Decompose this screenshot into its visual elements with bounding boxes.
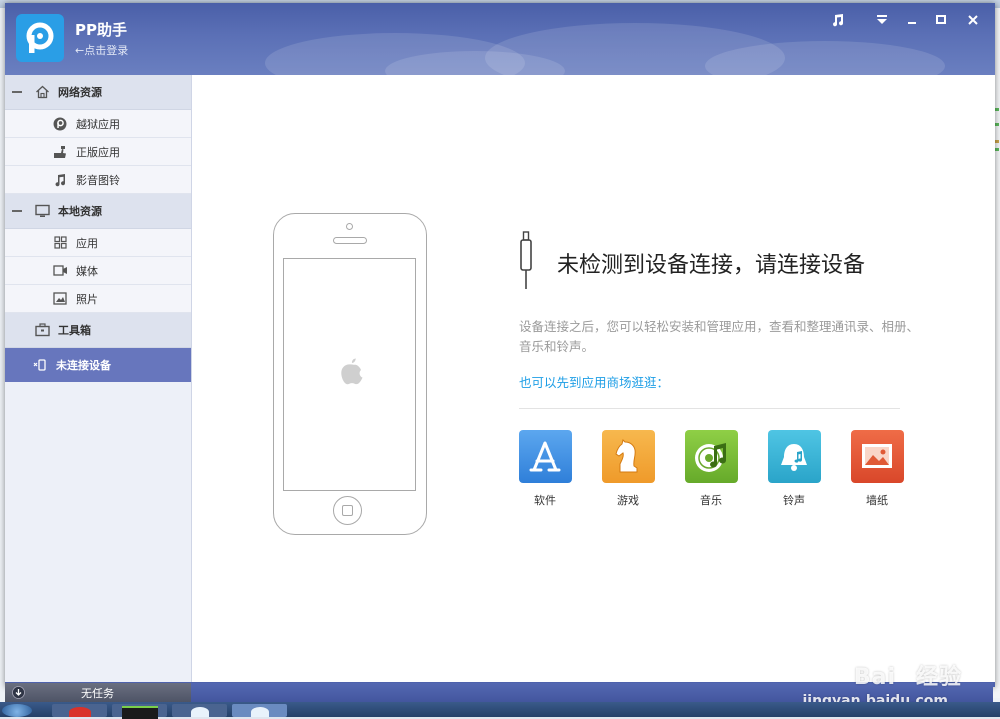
taskbar-app-1[interactable] [52,704,107,717]
grid-icon [52,235,68,251]
apple-logo-icon [341,358,363,385]
sidebar-section-local[interactable]: 本地资源 [5,194,191,229]
picture-icon [52,291,68,307]
sidebar: 网络资源 越狱应用 正版应用 影音图铃 本地资源 应用 媒体 照片 工具箱 未连… [5,75,192,687]
maximize-icon [936,15,946,24]
video-camera-icon [52,263,68,279]
phone-home-button [333,496,362,525]
sidebar-item-device[interactable]: 未连接设备 [5,348,191,382]
sidebar-item-label: 影音图铃 [76,173,120,187]
phone-earpiece [333,237,367,244]
collapse-icon [12,91,22,93]
pp-logo-icon [26,22,54,53]
store-tile-software[interactable]: 软件 [517,430,573,508]
store-tile-music[interactable]: 音乐 [683,430,739,508]
sidebar-item-genuine-apps[interactable]: 正版应用 [5,138,191,166]
os-taskbar [0,702,1000,719]
phone-illustration [273,213,427,535]
music-button[interactable] [827,9,849,31]
cable-plug-icon [520,231,532,289]
store-tile-label: 音乐 [700,494,722,507]
sidebar-item-label: 媒体 [76,264,98,278]
pp-assistant-window: PP助手 ←点击登录 网络资源 越狱应用 正版应用 影音图铃 本地资源 应用 媒… [5,3,995,687]
phone-camera [346,223,353,230]
music-note-icon [52,172,68,188]
home-icon [34,84,50,100]
store-link[interactable]: 也可以先到应用商场逛逛： [519,372,669,391]
phone-screen [283,258,416,491]
app-title: PP助手 [75,21,127,39]
bell-icon [767,430,821,483]
maximize-button[interactable] [930,9,952,31]
store-tile-ringtones[interactable]: 铃声 [766,430,822,508]
store-tile-label: 游戏 [617,494,639,507]
sidebar-section-label: 网络资源 [58,86,102,99]
collapse-icon [12,210,22,212]
sidebar-device-label: 未连接设备 [56,359,111,372]
title-bar: PP助手 ←点击登录 [5,3,995,75]
sidebar-section-toolbox[interactable]: 工具箱 [5,313,191,348]
hand-icon [52,144,68,160]
sidebar-section-label: 本地资源 [58,205,102,218]
minimize-button[interactable] [901,9,923,31]
close-button[interactable] [962,9,984,31]
download-icon [11,686,25,700]
close-icon [968,15,978,25]
no-device-headline: 未检测到设备连接，请连接设备 [557,253,866,278]
monitor-icon [34,203,50,219]
minimize-icon [908,22,916,24]
store-tile-label: 墙纸 [866,494,888,507]
task-status-bar[interactable]: 无任务 [5,683,191,702]
menu-button[interactable] [871,9,893,31]
start-button[interactable] [2,704,32,717]
dropdown-menu-icon [877,15,887,24]
store-tile-label: 铃声 [783,494,805,507]
sidebar-item-label: 应用 [76,236,98,250]
sidebar-item-photos[interactable]: 照片 [5,285,191,313]
music-note-icon [833,14,844,27]
taskbar-app-pp[interactable] [232,704,287,717]
app-store-icon [518,430,572,483]
sidebar-item-media-ringtones[interactable]: 影音图铃 [5,166,191,194]
pp-logo-icon [52,116,68,132]
toolbox-icon [34,322,50,338]
login-link[interactable]: ←点击登录 [75,42,128,58]
divider [519,408,900,409]
sidebar-item-label: 照片 [76,292,98,306]
sidebar-item-media[interactable]: 媒体 [5,257,191,285]
taskbar-app-3[interactable] [172,704,227,717]
store-tile-games[interactable]: 游戏 [600,430,656,508]
sidebar-item-jailbreak-apps[interactable]: 越狱应用 [5,110,191,138]
device-disconnected-icon [32,357,48,373]
store-tile-wallpaper[interactable]: 墙纸 [849,430,905,508]
taskbar-app-2[interactable] [112,704,167,719]
wallpaper-icon [850,430,904,483]
sidebar-item-apps[interactable]: 应用 [5,229,191,257]
sidebar-item-label: 正版应用 [76,145,120,159]
sidebar-section-network[interactable]: 网络资源 [5,75,191,110]
music-disc-icon [684,430,738,483]
device-description: 设备连接之后，您可以轻松安装和管理应用，查看和整理通讯录、相册、音乐和铃声。 [519,319,920,354]
task-status-label: 无任务 [81,686,114,700]
store-tile-label: 软件 [534,494,556,507]
chess-knight-icon [601,430,655,483]
sidebar-section-label: 工具箱 [58,324,91,337]
watermark-brand: Bai 经验 [853,665,962,690]
sidebar-item-label: 越狱应用 [76,117,120,131]
app-logo [16,14,64,62]
